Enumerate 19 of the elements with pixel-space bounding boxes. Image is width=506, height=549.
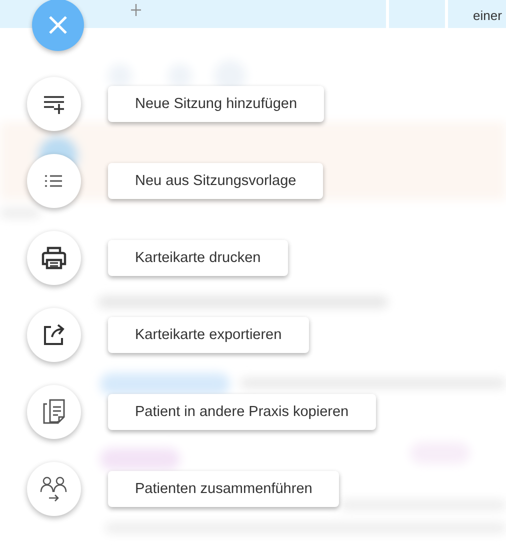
action-button[interactable] (27, 77, 81, 131)
action-label[interactable]: Patient in andere Praxis kopieren (108, 394, 376, 430)
table-cell: einer (473, 8, 502, 22)
list-icon (44, 173, 64, 189)
action-button[interactable] (27, 385, 81, 439)
plus-icon (131, 4, 141, 16)
action-label[interactable]: Neue Sitzung hinzufügen (108, 86, 324, 122)
people-merge-icon (40, 476, 68, 502)
action-button[interactable] (27, 308, 81, 362)
close-icon (48, 15, 68, 35)
export-icon (43, 324, 65, 346)
printer-icon (41, 246, 67, 270)
action-label[interactable]: Karteikarte exportieren (108, 317, 309, 353)
action-button[interactable] (27, 231, 81, 285)
action-button[interactable] (27, 462, 81, 516)
action-label[interactable]: Neu aus Sitzungsvorlage (108, 163, 324, 199)
action-label[interactable]: Karteikarte drucken (108, 240, 288, 276)
action-label[interactable]: Patienten zusammenführen (108, 471, 340, 507)
copy-icon (43, 399, 65, 425)
